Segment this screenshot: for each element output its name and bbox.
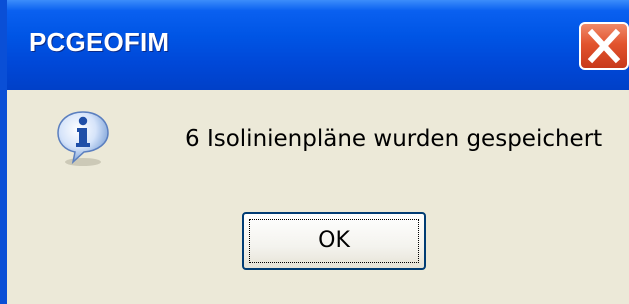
dialog-message: 6 Isolinienpläne wurden gespeichert (185, 126, 603, 152)
ok-button-label: OK (318, 228, 350, 253)
close-icon (587, 28, 621, 64)
message-dialog: PCGEOFIM 6 Isolinienpläne wurden gespeic… (0, 0, 629, 304)
close-button[interactable] (579, 22, 629, 70)
info-icon (57, 111, 109, 166)
ok-button[interactable]: OK (242, 212, 426, 270)
dialog-body: 6 Isolinienpläne wurden gespeichert OK (7, 90, 629, 304)
title-bar[interactable]: PCGEOFIM (7, 0, 629, 90)
window-title: PCGEOFIM (29, 27, 170, 57)
